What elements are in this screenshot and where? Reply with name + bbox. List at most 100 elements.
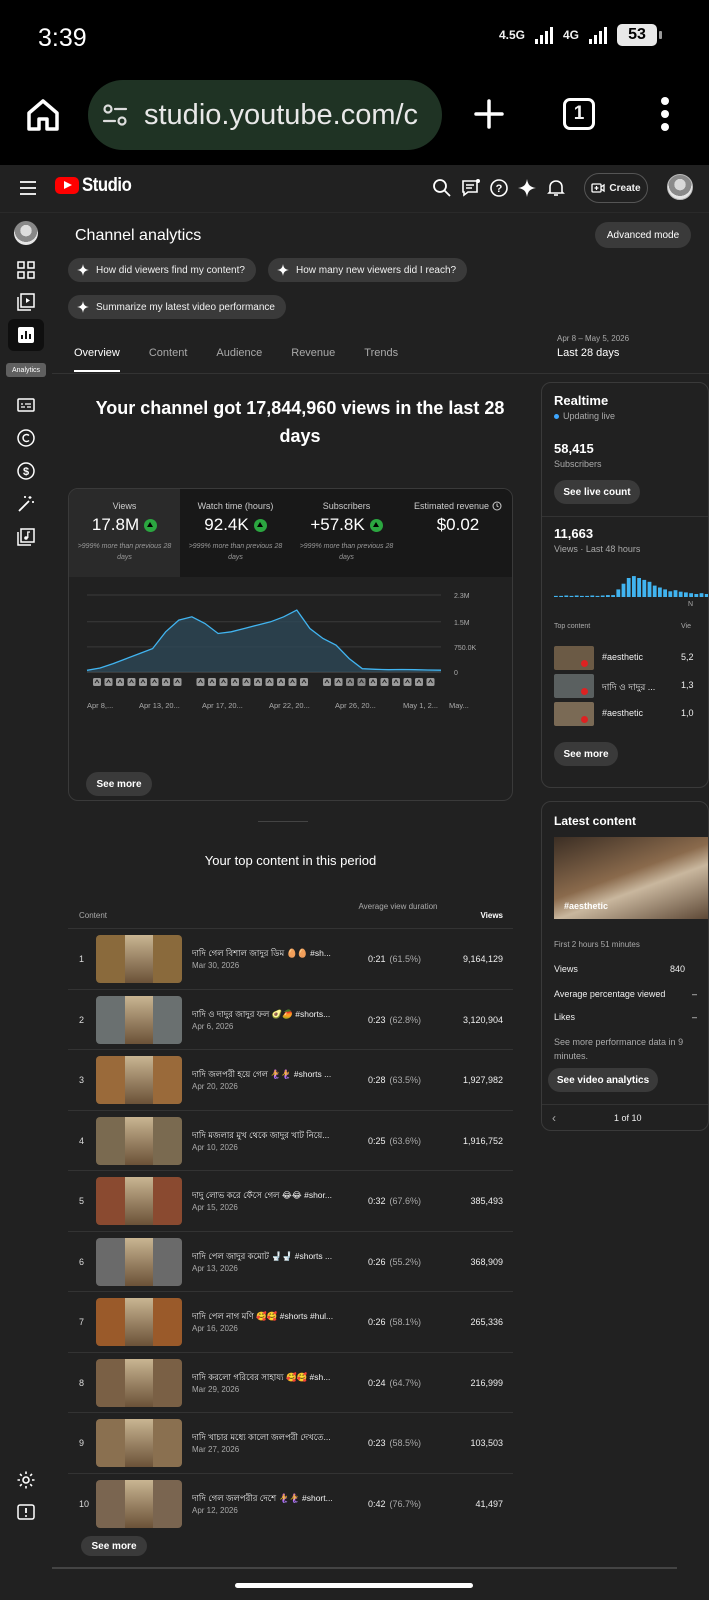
notifications-bell-icon[interactable] <box>546 178 566 198</box>
video-title[interactable]: দাদি ও দাদুর জাদুর ফল 🥑🥭 #shorts... <box>192 1008 352 1022</box>
video-thumbnail[interactable] <box>96 1358 182 1407</box>
realtime-top-item[interactable]: দাদি ও দাদুর ... 1,3 <box>554 674 708 698</box>
analytics-icon[interactable] <box>16 325 36 345</box>
customization-wand-icon[interactable] <box>16 494 36 514</box>
video-title[interactable]: দাদি পেল জাদুর কমোট 🚽🚽 #shorts ... <box>192 1250 352 1264</box>
metric-tab-revenue[interactable]: Estimated revenue $0.02 <box>402 489 512 577</box>
updating-live: Updating live <box>554 411 615 421</box>
row-rank: 1 <box>79 954 85 964</box>
date-range-dates[interactable]: Apr 8 – May 5, 2026 <box>557 334 629 343</box>
table-row[interactable]: 6 দাদি পেল জাদুর কমোট 🚽🚽 #shorts ... Apr 1… <box>68 1230 513 1291</box>
settings-gear-icon[interactable] <box>16 1470 36 1490</box>
audio-library-icon[interactable] <box>16 527 36 547</box>
menu-icon[interactable] <box>20 181 36 195</box>
video-thumbnail[interactable] <box>96 1298 182 1346</box>
video-title[interactable]: দাদি জলপরী হয়ে গেল 🧜‍♀️🧜‍♀️ #shorts ... <box>192 1068 352 1082</box>
metric-tab-subscribers[interactable]: Subscribers +57.8K >999% more than previ… <box>291 489 402 577</box>
clock-icon <box>492 501 502 511</box>
search-icon[interactable] <box>432 178 452 198</box>
create-button[interactable]: Create <box>584 173 648 203</box>
table-row[interactable]: 8 দাদি করলো গরিবের সাহায্য 🥰🥰 #sh... Mar 2… <box>68 1351 513 1412</box>
video-thumbnail[interactable] <box>96 1419 182 1467</box>
dashboard-icon[interactable] <box>16 260 36 280</box>
tab-trends[interactable]: Trends <box>364 347 398 372</box>
views-count: 1,916,752 <box>462 1135 503 1146</box>
account-avatar[interactable] <box>667 174 693 200</box>
table-row[interactable]: 5 দাদু লোভ করে ফেঁসে গেল 😂😂 #shor... Apr 1… <box>68 1170 513 1230</box>
ai-chip-new-viewers[interactable]: How many new viewers did I reach? <box>268 258 468 282</box>
see-live-count-button[interactable]: See live count <box>554 480 640 504</box>
table-see-more-button[interactable]: See more <box>81 1536 147 1556</box>
new-tab-icon[interactable] <box>473 98 505 130</box>
tab-audience[interactable]: Audience <box>216 347 262 372</box>
video-thumbnail[interactable] <box>96 1056 182 1104</box>
gesture-nav-handle[interactable] <box>235 1583 473 1588</box>
create-label: Create <box>609 182 641 194</box>
see-more-button[interactable]: See more <box>86 772 152 796</box>
ai-chip-traffic[interactable]: How did viewers find my content? <box>68 258 256 282</box>
latest-content-title: Latest content <box>554 814 637 828</box>
video-thumbnail[interactable] <box>96 995 182 1044</box>
realtime-top-item[interactable]: #aesthetic 5,2 <box>554 646 708 670</box>
help-icon[interactable]: ? <box>489 178 509 198</box>
subtitles-icon[interactable] <box>16 395 36 415</box>
ai-chip-summarize[interactable]: Summarize my latest video performance <box>68 295 286 319</box>
video-title[interactable]: দাদি গেল জলপরীর দেশে 🧜‍♀️🧜‍♀️ #short... <box>192 1492 352 1506</box>
see-video-analytics-button[interactable]: See video analytics <box>548 1068 658 1092</box>
avd-percent: (55.2%) <box>389 1256 422 1267</box>
advanced-mode-button[interactable]: Advanced mode <box>595 222 691 248</box>
video-title[interactable]: দাদি খাচার মধ্যে কালো জলপরী দেখতে... <box>192 1431 352 1445</box>
metric-tab-watch-time[interactable]: Watch time (hours) 92.4K >999% more than… <box>180 489 291 577</box>
realtime-top-item[interactable]: #aesthetic 1,0 <box>554 702 708 726</box>
latest-video-thumbnail[interactable]: #aesthetic <box>554 837 708 919</box>
copyright-icon[interactable] <box>16 428 36 448</box>
browser-toolbar: studio.youtube.com/c 1 <box>0 70 709 165</box>
realtime-see-more-button[interactable]: See more <box>554 742 618 766</box>
video-thumbnail[interactable] <box>96 1237 182 1286</box>
tab-switcher-button[interactable]: 1 <box>563 98 595 130</box>
address-bar[interactable]: studio.youtube.com/c <box>88 80 442 150</box>
views-count: 3,120,904 <box>462 1014 503 1025</box>
site-settings-icon[interactable] <box>102 102 128 128</box>
video-title[interactable]: দাদি পেল নাগ মণি 🥰🥰 #shorts #hul... <box>192 1310 352 1324</box>
video-title[interactable]: দাদু লোভ করে ফেঁসে গেল 😂😂 #shor... <box>192 1189 352 1203</box>
video-thumbnail[interactable] <box>96 935 182 983</box>
earn-icon[interactable]: $ <box>16 461 36 481</box>
youtube-logo[interactable] <box>55 177 79 194</box>
video-title[interactable]: দাদি করলো গরিবের সাহায্য 🥰🥰 #sh... <box>192 1371 352 1385</box>
table-row[interactable]: 7 দাদি পেল নাগ মণি 🥰🥰 #shorts #hul... Apr … <box>68 1291 513 1351</box>
date-range-label[interactable]: Last 28 days <box>557 347 619 359</box>
table-row[interactable]: 2 দাদি ও দাদুর জাদুর ফল 🥑🥭 #shorts... Apr … <box>68 988 513 1049</box>
video-title[interactable]: দাদি গেল বিশাল জাদুর ডিম 🥚🥚 #sh... <box>192 947 352 961</box>
table-row[interactable]: 4 দাদি মজলার মুখ থেকে জাদুর খাট নিয়ে... A… <box>68 1109 513 1170</box>
table-row[interactable]: 3 দাদি জলপরী হয়ে গেল 🧜‍♀️🧜‍♀️ #shorts ..… <box>68 1049 513 1109</box>
content-icon[interactable] <box>16 292 36 312</box>
sparkle-icon[interactable] <box>517 178 537 198</box>
analytics-tabs: Overview Content Audience Revenue Trends <box>74 347 398 372</box>
more-vert-icon[interactable] <box>660 96 670 132</box>
channel-avatar[interactable] <box>14 221 38 245</box>
video-thumbnail[interactable] <box>96 1116 182 1165</box>
tab-revenue[interactable]: Revenue <box>291 347 335 372</box>
phone-status-bar: 3:39 4.5G 4G 53 <box>0 0 709 70</box>
col-header-avd: Average view duration <box>358 902 438 911</box>
horizontal-scrollbar[interactable] <box>52 1567 677 1569</box>
video-thumbnail[interactable] <box>96 1177 182 1225</box>
latest-period: First 2 hours 51 minutes <box>554 940 640 949</box>
tab-overview[interactable]: Overview <box>74 347 120 372</box>
publish-date: Mar 29, 2026 <box>192 1384 240 1394</box>
video-thumbnail[interactable] <box>96 1479 182 1528</box>
table-row[interactable]: 10 দাদি গেল জলপরীর দেশে 🧜‍♀️🧜‍♀️ #short..… <box>68 1472 513 1533</box>
feedback-comment-icon[interactable] <box>461 178 481 198</box>
home-icon[interactable] <box>26 98 60 132</box>
realtime-title: Realtime <box>554 393 609 408</box>
chevron-left-icon[interactable]: ‹ <box>552 1111 556 1125</box>
metric-tab-views[interactable]: Views 17.8M >999% more than previous 28 … <box>69 489 180 577</box>
studio-logo-text[interactable]: Studio <box>82 175 132 197</box>
table-row[interactable]: 1 দাদি গেল বিশাল জাদুর ডিম 🥚🥚 #sh... Mar 3… <box>68 928 513 988</box>
tab-content[interactable]: Content <box>149 347 188 372</box>
send-feedback-icon[interactable] <box>16 1503 36 1523</box>
video-title[interactable]: দাদি মজলার মুখ থেকে জাদুর খাট নিয়ে... <box>192 1129 352 1143</box>
table-row[interactable]: 9 দাদি খাচার মধ্যে কালো জলপরী দেখতে... Mar… <box>68 1412 513 1472</box>
shorts-badge-icon <box>581 660 588 667</box>
